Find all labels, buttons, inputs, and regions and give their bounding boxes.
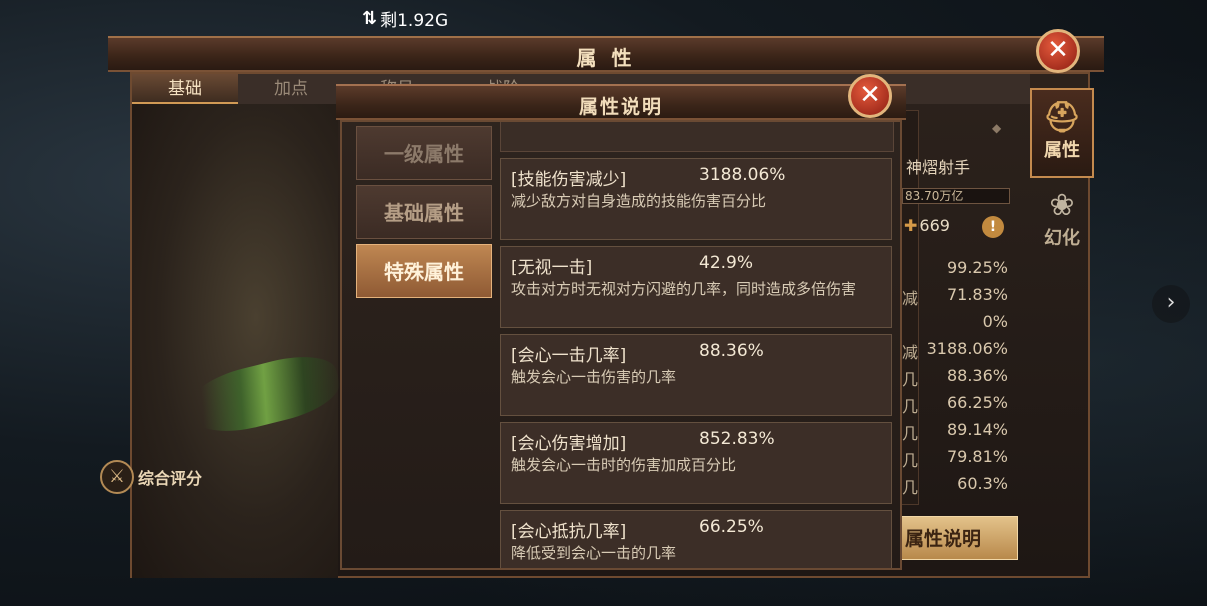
stat-row: 0% [982,312,1008,331]
modal-body: 一级属性 基础属性 特殊属性 [技能伤害减少] 3188.06% 减少敌方对自身… [340,120,902,570]
tab-basic[interactable]: 基础 [132,74,238,104]
attribute-desc: 触发会心一击伤害的几率 [511,368,677,386]
category-list: 一级属性 基础属性 特殊属性 [356,126,494,303]
list-item: [会心抵抗几率] 66.25% 降低受到会心一击的几率 [500,510,892,568]
list-item: [无视一击] 42.9% 攻击对方时无视对方闪避的几率，同时造成多倍伤害 [500,246,892,328]
info-icon[interactable]: ! [982,216,1004,238]
attribute-value: 3188.06% [699,165,786,185]
class-name: 神熠射手 [906,158,971,177]
category-primary[interactable]: 一级属性 [356,126,492,180]
attribute-description-list[interactable]: [技能伤害减少] 3188.06% 减少敌方对自身造成的技能伤害百分比 [无视一… [500,122,894,568]
attribute-name: [会心伤害增加] [511,434,627,454]
attribute-value: 66.25% [699,517,764,537]
crossed-swords-icon: ⚔ [100,460,134,494]
character-preview [132,104,346,578]
stat-row: 几率88.36% [902,366,1008,389]
attribute-name: [会心抵抗几率] [511,522,627,542]
category-special[interactable]: 特殊属性 [356,244,492,298]
attribute-value: 42.9% [699,253,754,273]
tab-points[interactable]: 加点 [238,74,344,104]
attribute-window-titlebar: 属 性 [108,36,1104,72]
overall-score-label: 综合评分 [138,469,203,488]
attribute-name: [会心一击几率] [511,346,627,366]
category-basic[interactable]: 基础属性 [356,185,492,239]
stat-row: 几率60.3% [902,474,1008,497]
transform-icon: ❀ [1049,188,1075,223]
stats-list: 99.25% 减少71.83% 0% 减少3188.06% 几率88.36% 几… [902,258,1008,501]
overall-score: ⚔ 综合评分 [100,460,202,494]
modal-title: 属性说明 [578,96,663,118]
close-attribute-window-button[interactable]: ✕ [1036,29,1080,73]
attribute-desc: 攻击对方时无视对方闪避的几率，同时造成多倍伤害 [511,280,857,298]
list-item: [会心一击几率] 88.36% 触发会心一击伤害的几率 [500,334,892,416]
attribute-desc: 触发会心一击时的伤害加成百分比 [511,456,737,474]
stat-row: 几率79.81% [902,447,1008,470]
power-value: 83.70万亿 [902,188,1010,204]
list-item: [技能伤害减少] 3188.06% 减少敌方对自身造成的技能伤害百分比 [500,158,892,240]
attribute-desc: 减少敌方对自身造成的技能伤害百分比 [511,192,767,210]
stat-row: 几率89.14% [902,420,1008,443]
attribute-value: 88.36% [699,341,764,361]
attribute-name: [技能伤害减少] [511,170,627,190]
list-item: [会心伤害增加] 852.83% 触发会心一击时的伤害加成百分比 [500,422,892,504]
attribute-window-title: 属 性 [576,46,636,70]
attribute-value: 852.83% [699,429,775,449]
attribute-name: [无视一击] [511,258,593,278]
attribute-description-modal: 属性说明 ✕ 一级属性 基础属性 特殊属性 [技能伤害减少] 3188.06% … [336,74,906,570]
side-tabs: ⛑ 属性 ❀ 幻化 [1030,88,1094,268]
data-transfer-icon: ⇅ [362,8,378,29]
modal-titlebar: 属性说明 [336,84,906,120]
side-tab-transform[interactable]: ❀ 幻化 [1030,178,1094,268]
network-remaining: 剩1.92G [380,11,449,31]
list-item-partial [500,122,894,152]
sword-icon: ✚ [904,216,918,235]
stat-row: 几率66.25% [902,393,1008,416]
network-status: ⇅ 剩1.92G [362,6,448,31]
stat-row: 99.25% [946,258,1008,277]
helmet-icon: ⛑ [1042,100,1082,135]
side-tab-attributes[interactable]: ⛑ 属性 [1030,88,1094,178]
combat-score: ✚ 669 [904,216,950,235]
attribute-desc: 降低受到会心一击的几率 [511,544,677,562]
stat-row: 减少71.83% [902,285,1008,308]
chevron-right-icon[interactable]: › [1152,285,1190,323]
weapon-model [184,346,346,442]
close-modal-button[interactable]: ✕ [848,74,892,118]
attribute-description-button[interactable]: 属性说明 [900,516,1018,560]
diamond-icon: ◆ [992,121,1002,135]
combat-score-value: 669 [919,216,950,235]
stat-row: 减少3188.06% [902,339,1008,362]
